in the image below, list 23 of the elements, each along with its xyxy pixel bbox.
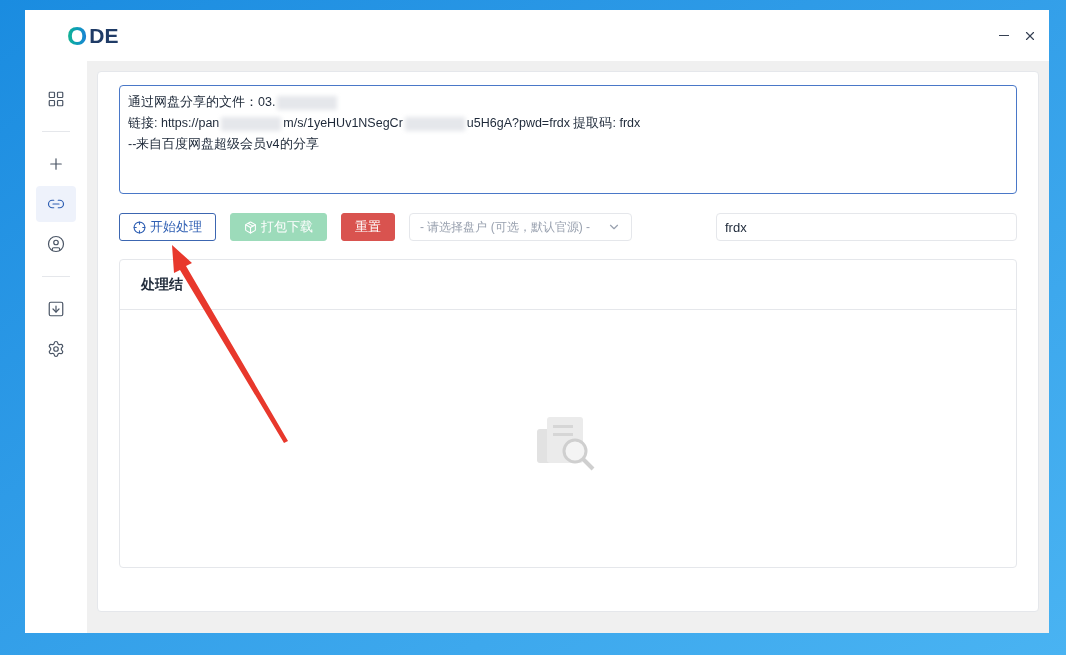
- share-text-field[interactable]: 通过网盘分享的文件：03. 链接: https://pan m/s/1yeHUv1NSegCr u5H6gA?pwd=frdx 提取码: frdx --来自百度网盘超级会员v4的分享: [119, 85, 1017, 194]
- settings-icon: [47, 340, 65, 358]
- panel-title: 处理结: [141, 275, 183, 294]
- text-line: 链接: https://pan: [128, 115, 220, 132]
- package-icon: [244, 220, 257, 234]
- minimize-button[interactable]: [999, 34, 1009, 37]
- blurred-redaction: [221, 116, 282, 131]
- text-line: u5H6gA?pwd=frdx 提取码: frdx: [466, 115, 641, 132]
- crosshair-icon: [133, 220, 146, 234]
- blurred-redaction: [277, 95, 338, 110]
- action-button[interactable]: 开始处理: [119, 213, 216, 241]
- text-line: 通过网盘分享的文件：03.: [128, 94, 276, 111]
- blurred-redaction: [404, 116, 465, 131]
- minimize-icon: [999, 34, 1009, 37]
- extract-code-field[interactable]: frdx: [716, 213, 1017, 241]
- user-circle-icon: [47, 235, 65, 253]
- plus-icon: [47, 155, 65, 173]
- logo-text: DE: [89, 25, 119, 46]
- download-icon: [47, 300, 65, 318]
- action-button[interactable]: 重置: [341, 213, 395, 241]
- grid-icon: [47, 90, 65, 108]
- text-line: m/s/1yeHUv1NSegCr: [283, 115, 403, 132]
- text-line: --来自百度网盘超级会员v4的分享: [128, 136, 319, 153]
